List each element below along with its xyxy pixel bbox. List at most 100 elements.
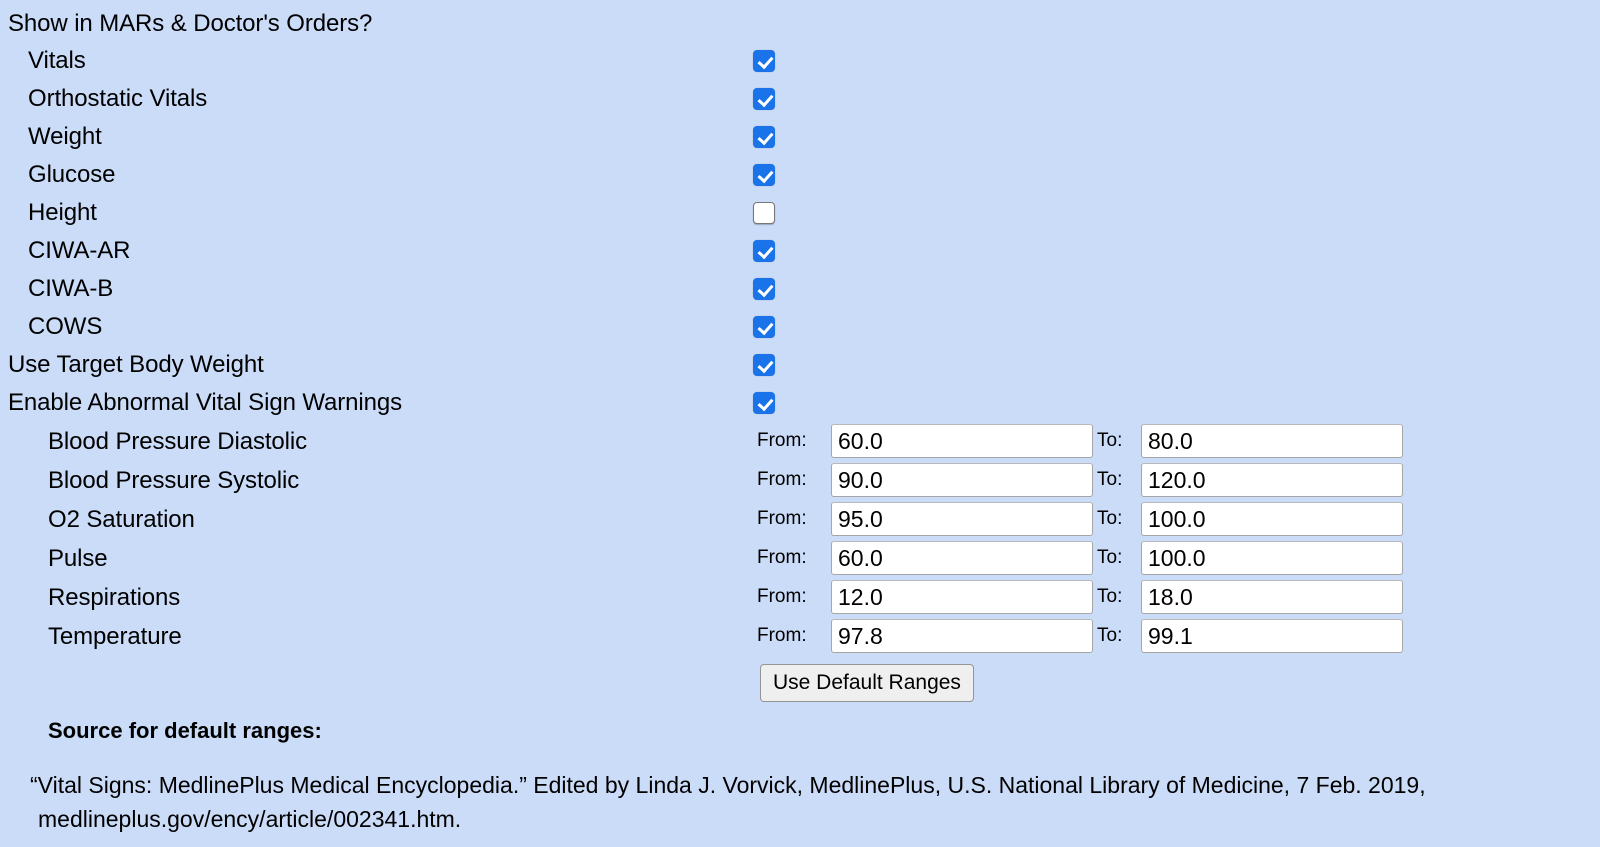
from-input-temperature[interactable]	[831, 619, 1093, 653]
show-item-cows-checkbox-wrap[interactable]	[753, 316, 775, 338]
to-input-pulse[interactable]	[1141, 541, 1403, 575]
to-group: To:	[1097, 463, 1403, 497]
show-item-row: Orthostatic Vitals	[0, 80, 1600, 118]
vital-label-blood-pressure-systolic: Blood Pressure Systolic	[48, 467, 300, 494]
show-item-ciwa-b-checkbox-wrap[interactable]	[753, 278, 775, 300]
show-item-label-glucose: Glucose	[28, 161, 116, 188]
source-citation: “Vital Signs: MedlinePlus Medical Encycl…	[0, 746, 1600, 836]
from-input-blood-pressure-diastolic[interactable]	[831, 424, 1093, 458]
option-row: Use Target Body Weight	[0, 346, 1600, 384]
show-item-orthostatic-vitals-checkbox[interactable]	[753, 88, 775, 110]
to-input-respirations[interactable]	[1141, 580, 1403, 614]
to-label: To:	[1097, 508, 1123, 529]
show-item-ciwa-ar-checkbox[interactable]	[753, 240, 775, 262]
citation-line-2: medlineplus.gov/ency/article/002341.htm.	[38, 806, 462, 832]
default-ranges-row: Use Default Ranges	[0, 656, 1600, 704]
show-item-weight-checkbox-wrap[interactable]	[753, 126, 775, 148]
show-item-row: CIWA-AR	[0, 232, 1600, 270]
vital-range-row: Blood Pressure Systolic From: To:	[0, 461, 1600, 500]
show-in-mars-heading-row: Show in MARs & Doctor's Orders?	[0, 6, 1600, 42]
show-item-cows-checkbox[interactable]	[753, 316, 775, 338]
from-label: From:	[757, 625, 807, 646]
vital-range-row: Blood Pressure Diastolic From: To:	[0, 422, 1600, 461]
vital-label-temperature: Temperature	[48, 623, 182, 650]
to-group: To:	[1097, 541, 1403, 575]
show-item-label-height: Height	[28, 199, 97, 226]
to-group: To:	[1097, 619, 1403, 653]
vital-label-respirations: Respirations	[48, 584, 181, 611]
from-input-pulse[interactable]	[831, 541, 1093, 575]
from-label: From:	[757, 586, 807, 607]
citation-line-1: “Vital Signs: MedlinePlus Medical Encycl…	[30, 772, 1426, 798]
show-item-vitals-checkbox[interactable]	[753, 50, 775, 72]
from-group: From:	[757, 463, 1093, 497]
to-input-o2-saturation[interactable]	[1141, 502, 1403, 536]
vital-ranges-list: Blood Pressure DiastolicFrom:To:Blood Pr…	[0, 422, 1600, 656]
show-item-ciwa-ar-checkbox-wrap[interactable]	[753, 240, 775, 262]
page-title: Show in MARs & Doctor's Orders?	[8, 10, 373, 37]
show-item-row: COWS	[0, 308, 1600, 346]
show-item-row: Weight	[0, 118, 1600, 156]
to-input-blood-pressure-diastolic[interactable]	[1141, 424, 1403, 458]
option-enable-abnormal-vital-sign-warnings-checkbox-wrap[interactable]	[753, 392, 775, 414]
from-label: From:	[757, 508, 807, 529]
to-input-temperature[interactable]	[1141, 619, 1403, 653]
show-item-orthostatic-vitals-checkbox-wrap[interactable]	[753, 88, 775, 110]
from-group: From:	[757, 424, 1093, 458]
vital-label-blood-pressure-diastolic: Blood Pressure Diastolic	[48, 428, 308, 455]
show-item-row: Glucose	[0, 156, 1600, 194]
option-row: Enable Abnormal Vital Sign Warnings	[0, 384, 1600, 422]
show-item-label-orthostatic-vitals: Orthostatic Vitals	[28, 85, 208, 112]
show-item-row: Vitals	[0, 42, 1600, 80]
to-label: To:	[1097, 586, 1123, 607]
top-level-options-list: Use Target Body Weight Enable Abnormal Vi…	[0, 346, 1600, 422]
show-item-height-checkbox-wrap[interactable]	[753, 202, 775, 224]
to-group: To:	[1097, 502, 1403, 536]
show-item-label-vitals: Vitals	[28, 47, 86, 74]
show-items-list: Vitals Orthostatic Vitals Weight Glucose Hei…	[0, 42, 1600, 346]
to-label: To:	[1097, 469, 1123, 490]
option-label-use-target-body-weight: Use Target Body Weight	[8, 351, 264, 378]
from-group: From:	[757, 619, 1093, 653]
to-group: To:	[1097, 424, 1403, 458]
vitals-settings-page: Show in MARs & Doctor's Orders? Vitals Or…	[0, 0, 1600, 847]
from-input-blood-pressure-systolic[interactable]	[831, 463, 1093, 497]
vital-range-row: Pulse From: To:	[0, 539, 1600, 578]
show-item-label-cows: COWS	[28, 313, 103, 340]
vital-range-row: O2 Saturation From: To:	[0, 500, 1600, 539]
show-item-glucose-checkbox[interactable]	[753, 164, 775, 186]
from-group: From:	[757, 502, 1093, 536]
from-label: From:	[757, 547, 807, 568]
show-item-glucose-checkbox-wrap[interactable]	[753, 164, 775, 186]
option-use-target-body-weight-checkbox-wrap[interactable]	[753, 354, 775, 376]
show-item-row: CIWA-B	[0, 270, 1600, 308]
vital-label-o2-saturation: O2 Saturation	[48, 506, 195, 533]
from-input-respirations[interactable]	[831, 580, 1093, 614]
vital-range-row: Temperature From: To:	[0, 617, 1600, 656]
to-label: To:	[1097, 547, 1123, 568]
to-label: To:	[1097, 430, 1123, 451]
option-label-enable-abnormal-vital-sign-warnings: Enable Abnormal Vital Sign Warnings	[8, 389, 403, 416]
from-input-o2-saturation[interactable]	[831, 502, 1093, 536]
vital-range-row: Respirations From: To:	[0, 578, 1600, 617]
vital-label-pulse: Pulse	[48, 545, 108, 572]
from-group: From:	[757, 580, 1093, 614]
show-item-weight-checkbox[interactable]	[753, 126, 775, 148]
show-item-label-weight: Weight	[28, 123, 102, 150]
show-item-label-ciwa-ar: CIWA-AR	[28, 237, 131, 264]
to-group: To:	[1097, 580, 1403, 614]
from-label: From:	[757, 469, 807, 490]
option-use-target-body-weight-checkbox[interactable]	[753, 354, 775, 376]
show-item-vitals-checkbox-wrap[interactable]	[753, 50, 775, 72]
to-label: To:	[1097, 625, 1123, 646]
option-enable-abnormal-vital-sign-warnings-checkbox[interactable]	[753, 392, 775, 414]
show-item-row: Height	[0, 194, 1600, 232]
show-item-height-checkbox[interactable]	[753, 202, 775, 224]
from-group: From:	[757, 541, 1093, 575]
to-input-blood-pressure-systolic[interactable]	[1141, 463, 1403, 497]
source-title: Source for default ranges:	[48, 718, 322, 743]
show-item-ciwa-b-checkbox[interactable]	[753, 278, 775, 300]
from-label: From:	[757, 430, 807, 451]
use-default-ranges-button[interactable]: Use Default Ranges	[760, 664, 974, 702]
show-item-label-ciwa-b: CIWA-B	[28, 275, 114, 302]
